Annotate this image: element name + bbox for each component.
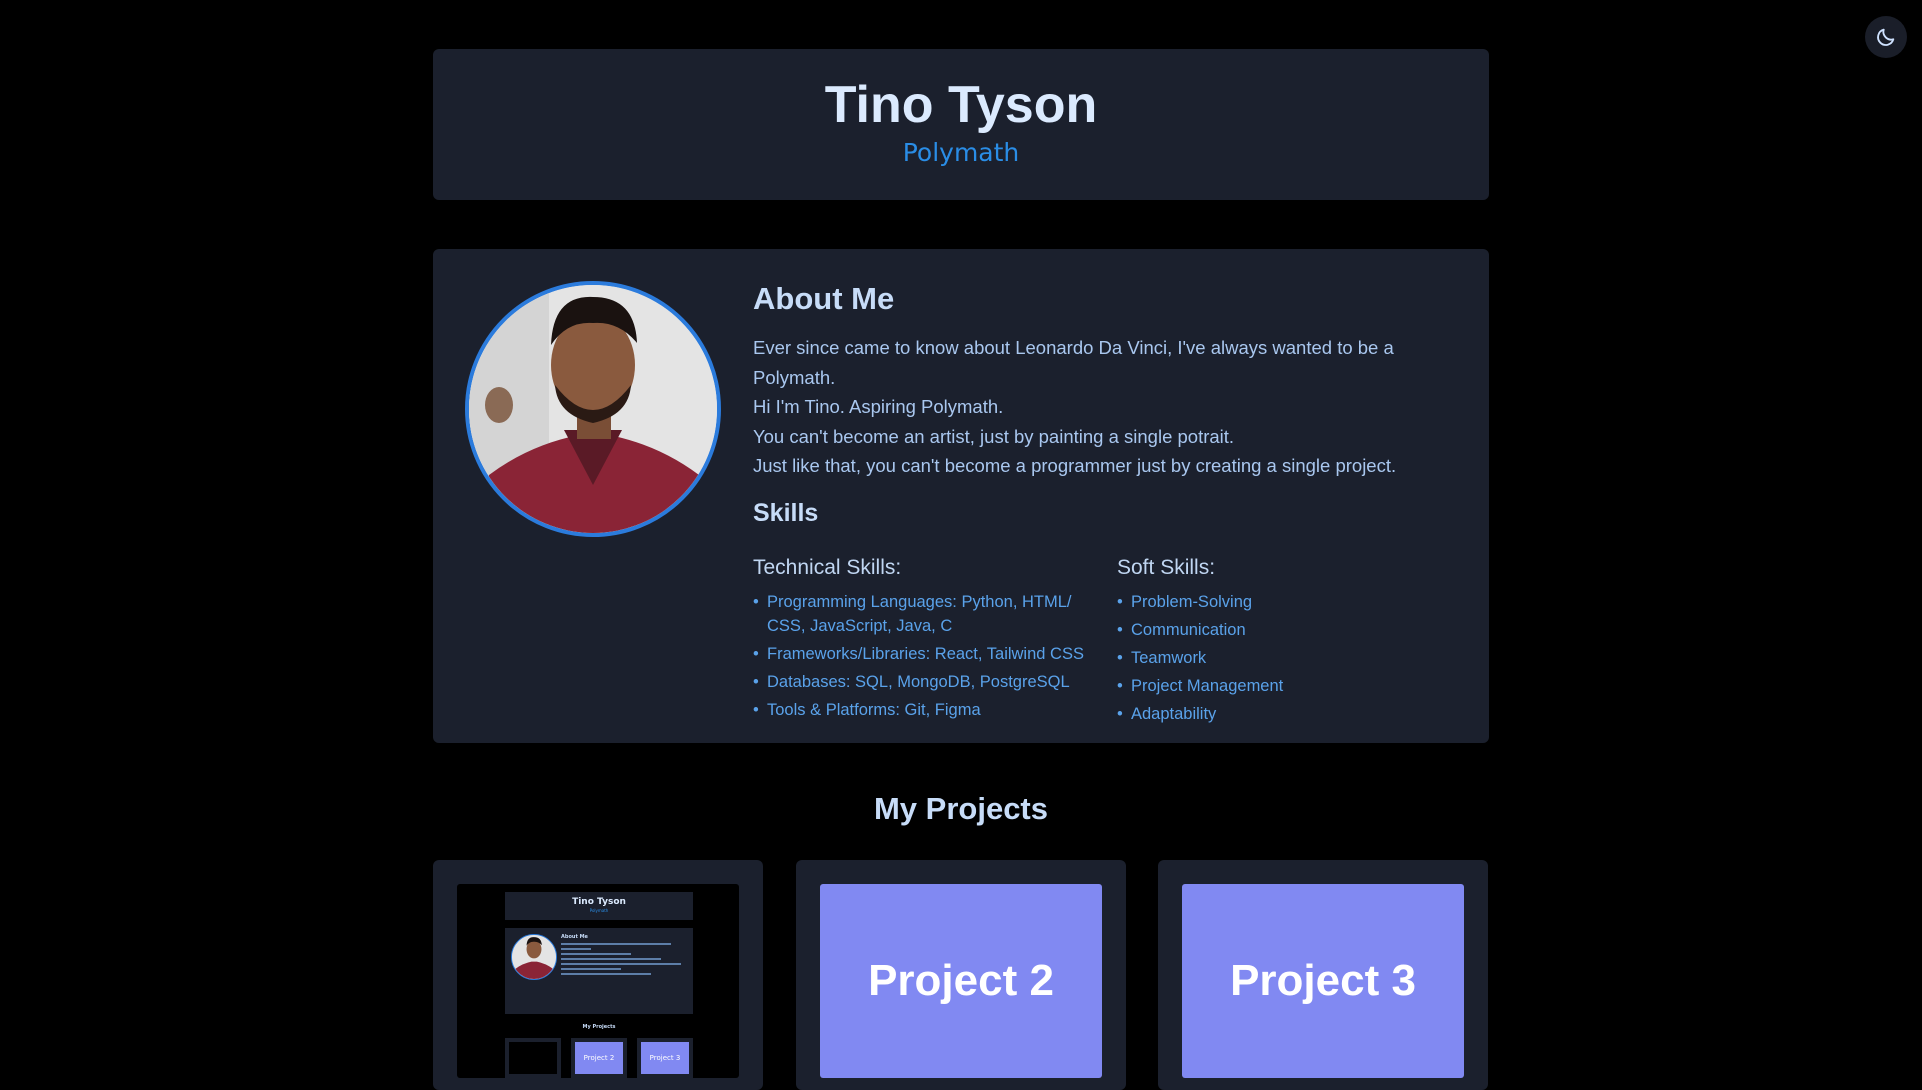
skills-heading: Skills <box>753 498 819 527</box>
moon-icon <box>1877 28 1895 46</box>
thumbnail-project: Project 3 <box>637 1038 693 1078</box>
thumbnail-projects-heading: My Projects <box>582 1024 616 1030</box>
about-card: About Me Ever since came to know about L… <box>433 249 1489 743</box>
list-item: Project Management <box>1117 674 1477 698</box>
about-line: Ever since came to know about Leonardo D… <box>753 337 1394 358</box>
list-item: Adaptability <box>1117 702 1477 726</box>
list-item: Communication <box>1117 618 1477 642</box>
about-line: Hi I'm Tino. Aspiring Polymath. <box>753 396 1004 417</box>
thumbnail-name: Tino Tyson <box>572 897 626 907</box>
soft-skills-heading: Soft Skills: <box>1117 555 1216 579</box>
about-heading: About Me <box>753 281 895 316</box>
avatar <box>465 281 721 537</box>
project-3-thumbnail[interactable]: Project 3 <box>1182 884 1464 1078</box>
technical-skills-heading: Technical Skills: <box>753 555 902 579</box>
soft-skills-list: Problem-Solving Communication Teamwork P… <box>1117 590 1477 726</box>
list-item: Tools & Platforms: Git, Figma <box>753 698 1113 722</box>
project-1-thumbnail[interactable]: Tino Tyson Polymath About Me My Projects… <box>457 884 739 1078</box>
thumbnail-avatar <box>511 934 557 980</box>
project-card-3[interactable]: Project 3 <box>1158 860 1488 1090</box>
list-item: Frameworks/Libraries: React, Tailwind CS… <box>753 642 1113 666</box>
project-card-1[interactable]: Tino Tyson Polymath About Me My Projects… <box>433 860 763 1090</box>
thumbnail-about-heading: About Me <box>561 934 588 940</box>
technical-skills: Technical Skills: Programming Languages:… <box>753 554 1113 726</box>
project-card-2[interactable]: Project 2 <box>796 860 1126 1090</box>
about-line: You can't become an artist, just by pain… <box>753 425 1235 447</box>
theme-toggle-button[interactable] <box>1865 16 1907 58</box>
thumbnail-project: Project 2 <box>571 1038 627 1078</box>
about-line: Just like that, you can't become a progr… <box>753 455 1397 476</box>
list-item: Problem-Solving <box>1117 590 1477 614</box>
about-text: Ever since came to know about Leonardo D… <box>753 333 1453 481</box>
about-line: Polymath. <box>753 366 836 388</box>
thumbnail-project <box>505 1038 561 1078</box>
about-content: About Me Ever since came to know about L… <box>753 281 1453 734</box>
list-item: Teamwork <box>1117 646 1477 670</box>
page-subtitle: Polymath <box>902 138 1020 167</box>
list-item: Programming Languages: Python, HTML/ CSS… <box>753 590 1113 638</box>
thumbnail-header: Tino Tyson Polymath <box>505 892 693 920</box>
thumbnail-lines <box>561 943 681 978</box>
thumbnail-title: Polymath <box>589 908 609 913</box>
projects-heading: My Projects <box>873 791 1048 826</box>
project-2-thumbnail[interactable]: Project 2 <box>820 884 1102 1078</box>
thumbnail-about: About Me <box>505 928 693 1014</box>
technical-skills-list: Programming Languages: Python, HTML/ CSS… <box>753 590 1113 722</box>
list-item: Databases: SQL, MongoDB, PostgreSQL <box>753 670 1113 694</box>
header-card: Tino Tyson Polymath <box>433 49 1489 200</box>
soft-skills: Soft Skills: Problem-Solving Communicati… <box>1117 554 1477 730</box>
skills-columns: Technical Skills: Programming Languages:… <box>753 554 1453 734</box>
page-title: Tino Tyson <box>824 76 1098 134</box>
